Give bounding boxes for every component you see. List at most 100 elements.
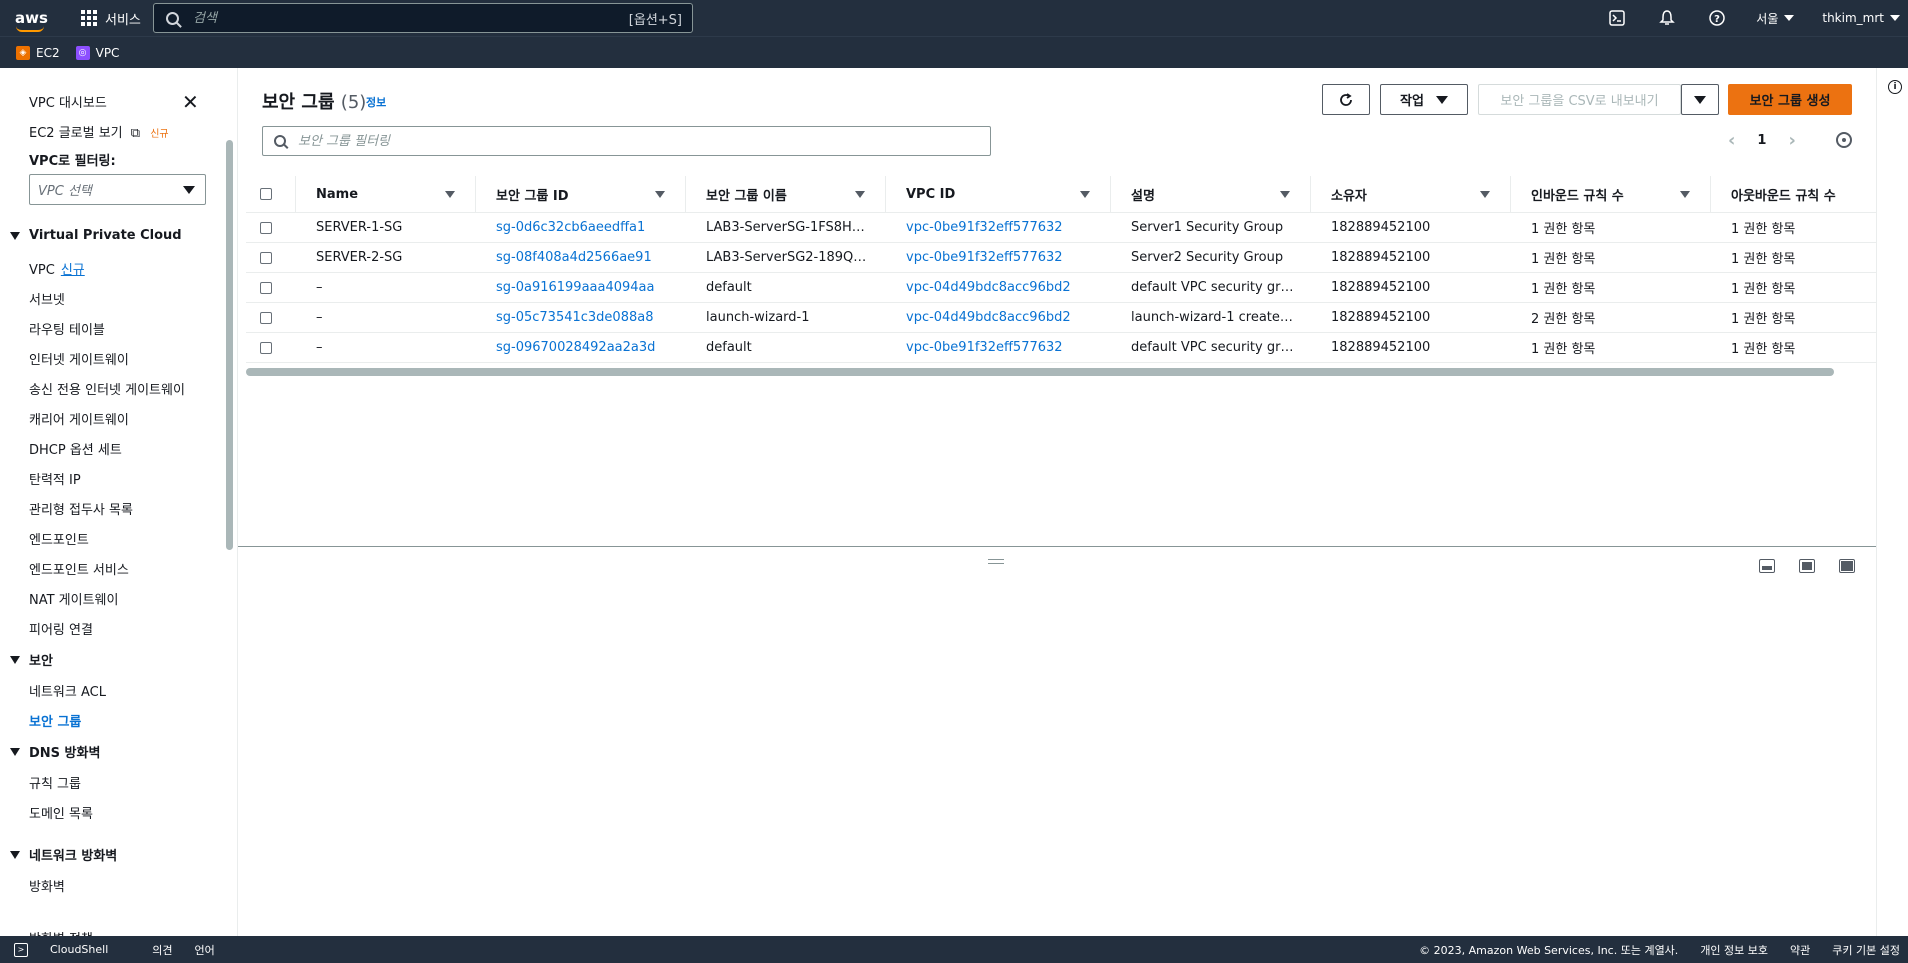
vpc-filter-select[interactable]: VPC 선택 (29, 174, 206, 205)
global-search[interactable]: [옵션+S] (153, 3, 693, 33)
actions-button[interactable]: 작업 (1380, 84, 1468, 115)
sidebar-item-firewall-policies[interactable]: 방화벽 정책 (29, 928, 93, 936)
sidebar-item-dhcp-options[interactable]: DHCP 옵션 세트 (29, 439, 122, 458)
table-row[interactable]: SERVER-2-SG sg-08f408a4d2566ae91 LAB3-Serv… (246, 243, 1876, 273)
refresh-button[interactable] (1322, 84, 1370, 115)
sidebar-item-internet-gateways[interactable]: 인터넷 게이트웨이 (29, 349, 129, 368)
export-dropdown-button[interactable] (1681, 84, 1719, 115)
split-side-icon[interactable] (1799, 559, 1815, 573)
section-virtual-private-cloud[interactable]: Virtual Private Cloud (10, 228, 182, 243)
table-cell-link[interactable]: vpc-0be91f32eff577632 (886, 250, 1111, 265)
sort-icon[interactable] (855, 190, 865, 198)
cloudshell-link[interactable]: > CloudShell (14, 942, 130, 957)
help-icon[interactable]: ? (1708, 9, 1726, 27)
favorite-ec2[interactable]: ◈ EC2 (16, 45, 60, 60)
row-checkbox[interactable] (260, 311, 272, 324)
terms-link[interactable]: 약관 (1790, 942, 1810, 958)
info-link[interactable]: 정보 (366, 94, 386, 110)
table-cell-link[interactable]: sg-0a916199aaa4094aa (476, 280, 686, 295)
column-header[interactable]: 아웃바운드 규칙 수 (1711, 176, 1876, 213)
table-row[interactable]: – sg-0a916199aaa4094aa default vpc-04d49bdc… (246, 273, 1876, 303)
column-header[interactable]: 소유자 (1311, 175, 1511, 213)
region-selector[interactable]: 서울 (1756, 10, 1795, 27)
table-row[interactable]: – sg-09670028492aa2a3d default vpc-0be91f32… (246, 333, 1876, 363)
export-csv-button[interactable]: 보안 그룹을 CSV로 내보내기 (1478, 84, 1681, 115)
sort-icon[interactable] (1680, 190, 1690, 198)
resize-handle-icon[interactable] (988, 559, 1004, 564)
sidebar-item-prefix-lists[interactable]: 관리형 접두사 목록 (29, 499, 133, 518)
page-number[interactable]: 1 (1757, 133, 1766, 148)
filter-input[interactable] (298, 133, 978, 149)
services-menu-button[interactable]: 서비스 (81, 9, 141, 28)
horizontal-scrollbar[interactable] (246, 368, 1834, 376)
split-bottom-icon[interactable] (1759, 559, 1775, 573)
table-cell-link[interactable]: sg-09670028492aa2a3d (476, 340, 686, 355)
sort-icon[interactable] (1480, 190, 1490, 198)
column-header[interactable]: 설명 (1111, 175, 1311, 213)
section-dns-firewall[interactable]: DNS 방화벽 (10, 742, 100, 761)
chevron-right-icon[interactable]: › (1788, 130, 1795, 151)
sidebar-item-domain-lists[interactable]: 도메인 목록 (29, 803, 93, 822)
section-network-firewall[interactable]: 네트워크 방화벽 (10, 845, 117, 864)
sidebar-scrollbar[interactable] (226, 140, 233, 550)
chevron-left-icon[interactable]: ‹ (1728, 130, 1735, 151)
split-panel-divider[interactable] (238, 546, 1876, 547)
sidebar-item-ec2-global-view[interactable]: EC2 글로벌 보기 ⧉ 신규 (29, 122, 169, 141)
feedback-link[interactable]: 의견 (152, 942, 172, 958)
row-checkbox[interactable] (260, 341, 272, 354)
cookie-preferences-link[interactable]: 쿠키 기본 설정 (1832, 942, 1900, 958)
info-icon[interactable]: i (1888, 80, 1902, 94)
sidebar-item-vpc-dashboard[interactable]: VPC 대시보드 (29, 92, 107, 111)
sidebar-item-security-groups[interactable]: 보안 그룹 (29, 711, 81, 730)
account-menu[interactable]: thkim_mrt (1822, 11, 1900, 25)
cloudshell-icon[interactable] (1608, 9, 1626, 27)
sidebar-item-firewalls[interactable]: 방화벽 (29, 876, 65, 895)
select-all-checkbox[interactable] (260, 188, 272, 200)
sidebar-item-subnets[interactable]: 서브넷 (29, 289, 65, 308)
table-row[interactable]: SERVER-1-SG sg-0d6c32cb6aeedffa1 LAB3-Serv… (246, 213, 1876, 243)
table-cell-link[interactable]: sg-08f408a4d2566ae91 (476, 250, 686, 265)
sidebar-item-peering[interactable]: 피어링 연결 (29, 619, 93, 638)
table-cell-link[interactable]: sg-0d6c32cb6aeedffa1 (476, 220, 686, 235)
bell-icon[interactable] (1658, 9, 1676, 27)
table-cell-link[interactable]: vpc-04d49bdc8acc96bd2 (886, 310, 1111, 325)
sidebar-item-endpoints[interactable]: 엔드포인트 (29, 529, 89, 548)
sidebar-item-carrier-gateways[interactable]: 캐리어 게이트웨이 (29, 409, 129, 428)
column-header[interactable]: 보안 그룹 이름 (686, 175, 886, 213)
sidebar-item-endpoint-services[interactable]: 엔드포인트 서비스 (29, 559, 129, 578)
search-input[interactable] (193, 10, 613, 26)
privacy-link[interactable]: 개인 정보 보호 (1700, 942, 1768, 958)
column-header[interactable]: 보안 그룹 ID (476, 175, 686, 213)
row-checkbox[interactable] (260, 251, 272, 264)
table-row[interactable]: – sg-05c73541c3de088a8 launch-wizard-1 vpc-… (246, 303, 1876, 333)
sidebar-item-network-acl[interactable]: 네트워크 ACL (29, 681, 106, 700)
language-link[interactable]: 언어 (195, 942, 215, 958)
create-security-group-button[interactable]: 보안 그룹 생성 (1728, 84, 1852, 115)
split-full-icon[interactable] (1839, 559, 1855, 573)
row-checkbox[interactable] (260, 221, 272, 234)
sort-icon[interactable] (1080, 190, 1090, 198)
aws-logo[interactable]: aws (15, 11, 48, 32)
filter-bar[interactable] (262, 126, 991, 156)
table-cell-link[interactable]: sg-05c73541c3de088a8 (476, 310, 686, 325)
sidebar-item-rule-groups[interactable]: 규칙 그룹 (29, 773, 81, 792)
sort-icon[interactable] (655, 190, 665, 198)
sort-icon[interactable] (1280, 190, 1290, 198)
sidebar-item-elastic-ip[interactable]: 탄력적 IP (29, 469, 81, 488)
sidebar-item-egress-only-igw[interactable]: 송신 전용 인터넷 게이트웨이 (29, 379, 185, 398)
section-security[interactable]: 보안 (10, 650, 53, 669)
table-cell-link[interactable]: vpc-0be91f32eff577632 (886, 220, 1111, 235)
sidebar-item-route-tables[interactable]: 라우팅 테이블 (29, 319, 105, 338)
table-cell-link[interactable]: vpc-04d49bdc8acc96bd2 (886, 280, 1111, 295)
column-header[interactable]: Name (296, 175, 476, 213)
column-header[interactable]: 인바운드 규칙 수 (1511, 175, 1711, 213)
sort-icon[interactable] (445, 190, 455, 198)
row-checkbox[interactable] (260, 281, 272, 294)
gear-icon[interactable] (1836, 132, 1852, 148)
column-header[interactable]: VPC ID (886, 175, 1111, 213)
sidebar-item-vpc[interactable]: VPC 신규 (29, 259, 85, 278)
sidebar-item-nat-gateways[interactable]: NAT 게이트웨이 (29, 589, 118, 608)
close-icon[interactable]: ✕ (182, 90, 199, 114)
table-cell-link[interactable]: vpc-0be91f32eff577632 (886, 340, 1111, 355)
favorite-vpc[interactable]: ◎ VPC (75, 45, 119, 60)
